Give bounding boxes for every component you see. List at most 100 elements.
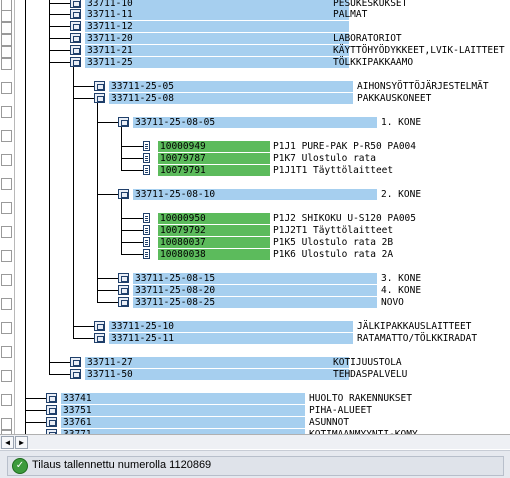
node-code[interactable]: 33711-25-11: [109, 333, 353, 344]
node-code[interactable]: 10079791: [158, 165, 270, 176]
row-select-checkbox[interactable]: [1, 202, 12, 214]
functional-location-icon[interactable]: [70, 0, 81, 8]
node-code[interactable]: 33711-25-08-05: [133, 117, 377, 128]
row-select-checkbox[interactable]: [1, 274, 12, 286]
functional-location-icon[interactable]: [70, 45, 81, 55]
row-select-checkbox[interactable]: [1, 322, 12, 334]
functional-location-icon[interactable]: [46, 405, 57, 415]
row-select-checkbox[interactable]: [1, 418, 12, 430]
node-code[interactable]: 33711-25-08-15: [133, 273, 377, 284]
tree-node-equipment[interactable]: 10079792 P1J2T1 Täyttölaitteet: [0, 225, 510, 237]
row-select-checkbox[interactable]: [1, 130, 12, 142]
row-select-checkbox[interactable]: [1, 346, 12, 358]
tree-node-location[interactable]: 33711-25 TÖLKKIPAKKAAMO: [0, 57, 510, 69]
tree-node-equipment[interactable]: 10000949 P1J1 PURE-PAK P-R50 PA004: [0, 141, 510, 153]
functional-location-icon[interactable]: [118, 297, 129, 307]
node-code[interactable]: 33711-25-10: [109, 321, 353, 332]
equipment-icon[interactable]: [143, 249, 150, 259]
row-select-checkbox[interactable]: [1, 394, 12, 406]
node-code[interactable]: 33711-12: [85, 21, 349, 32]
row-select-checkbox[interactable]: [1, 22, 12, 34]
equipment-icon[interactable]: [143, 237, 150, 247]
tree-node-equipment[interactable]: 10080037 P1K5 Ulostulo rata 2B: [0, 237, 510, 249]
tree-node-location[interactable]: 33711-25-05 AIHONSYÖTTÖJÄRJESTELMÄT: [0, 81, 510, 93]
functional-location-icon[interactable]: [94, 93, 105, 103]
node-code[interactable]: 33711-20: [85, 33, 349, 44]
node-code[interactable]: 10079792: [158, 225, 270, 236]
row-select-checkbox[interactable]: [1, 178, 12, 190]
tree-node-location[interactable]: 33711-12: [0, 21, 510, 33]
node-code[interactable]: 33741: [61, 393, 305, 404]
node-code[interactable]: 33711-10: [85, 0, 349, 9]
row-select-checkbox[interactable]: [1, 154, 12, 166]
functional-location-icon[interactable]: [118, 189, 129, 199]
node-code[interactable]: 33711-27: [85, 357, 349, 368]
equipment-icon[interactable]: [143, 213, 150, 223]
status-message-field[interactable]: ✓ Tilaus tallennettu numerolla 1120869: [7, 456, 504, 476]
node-code[interactable]: 33711-25-08-20: [133, 285, 377, 296]
node-code[interactable]: 33761: [61, 417, 305, 428]
node-code[interactable]: 10080037: [158, 237, 270, 248]
node-code[interactable]: 33711-25-08-10: [133, 189, 377, 200]
functional-location-icon[interactable]: [46, 393, 57, 403]
row-select-checkbox[interactable]: [1, 226, 12, 238]
row-select-checkbox[interactable]: [1, 34, 12, 46]
tree-node-location[interactable]: 33711-25-08 PAKKAUSKONEET: [0, 93, 510, 105]
node-code[interactable]: 33711-11: [85, 9, 349, 20]
equipment-icon[interactable]: [143, 165, 150, 175]
tree-node-location[interactable]: 33711-11 PALMAT: [0, 9, 510, 21]
tree-node-location[interactable]: 33711-25-08-20 4. KONE: [0, 285, 510, 297]
tree-node-location[interactable]: 33711-25-08-10 2. KONE: [0, 189, 510, 201]
row-select-checkbox[interactable]: [1, 58, 12, 70]
node-code[interactable]: 33711-25-08: [109, 93, 353, 104]
functional-location-icon[interactable]: [70, 9, 81, 19]
equipment-icon[interactable]: [143, 141, 150, 151]
functional-location-icon[interactable]: [70, 57, 81, 67]
tree-node-equipment[interactable]: 10080038 P1K6 Ulostulo rata 2A: [0, 249, 510, 261]
functional-location-icon[interactable]: [46, 417, 57, 427]
tree-node-location[interactable]: 33711-27 KOTIJUUSTOLA: [0, 357, 510, 369]
scroll-left-icon[interactable]: ◀: [1, 436, 14, 449]
tree-node-equipment[interactable]: 10000950 P1J2 SHIKOKU U-S120 PA005: [0, 213, 510, 225]
row-select-checkbox[interactable]: [1, 370, 12, 382]
row-select-checkbox[interactable]: [1, 106, 12, 118]
functional-location-icon[interactable]: [94, 333, 105, 343]
row-select-checkbox[interactable]: [1, 250, 12, 262]
functional-location-icon[interactable]: [118, 285, 129, 295]
tree-node-location[interactable]: 33761 ASUNNOT: [0, 417, 510, 429]
node-code[interactable]: 10000949: [158, 141, 270, 152]
tree-node-equipment[interactable]: 10079791 P1J1T1 Täyttölaitteet: [0, 165, 510, 177]
functional-location-icon[interactable]: [118, 273, 129, 283]
node-code[interactable]: 33711-25-08-25: [133, 297, 377, 308]
functional-location-icon[interactable]: [94, 81, 105, 91]
tree-node-location[interactable]: 33711-25-08-25 NOVO: [0, 297, 510, 309]
scroll-right-icon[interactable]: ▶: [15, 436, 28, 449]
horizontal-scrollbar[interactable]: ◀ ▶: [0, 434, 510, 449]
node-code[interactable]: 10079787: [158, 153, 270, 164]
functional-location-icon[interactable]: [70, 357, 81, 367]
functional-location-icon[interactable]: [94, 321, 105, 331]
node-code[interactable]: 33751: [61, 405, 305, 416]
node-code[interactable]: 33711-25: [85, 57, 349, 68]
node-code[interactable]: 33711-25-05: [109, 81, 353, 92]
row-select-checkbox[interactable]: [1, 46, 12, 58]
node-code[interactable]: 33711-21: [85, 45, 349, 56]
node-code[interactable]: 10000950: [158, 213, 270, 224]
row-select-checkbox[interactable]: [1, 82, 12, 94]
equipment-icon[interactable]: [143, 153, 150, 163]
tree-node-location[interactable]: 33711-25-08-15 3. KONE: [0, 273, 510, 285]
tree-node-location[interactable]: 33711-25-08-05 1. KONE: [0, 117, 510, 129]
tree-node-location[interactable]: 33711-21 KÄYTTÖHYÖDYKKEET,LVIK-LAITTEET: [0, 45, 510, 57]
row-select-checkbox[interactable]: [1, 298, 12, 310]
equipment-icon[interactable]: [143, 225, 150, 235]
functional-location-icon[interactable]: [70, 369, 81, 379]
tree-node-location[interactable]: 33751 PIHA-ALUEET: [0, 405, 510, 417]
tree-node-location[interactable]: 33741 HUOLTO RAKENNUKSET: [0, 393, 510, 405]
node-code[interactable]: 10080038: [158, 249, 270, 260]
node-code[interactable]: 33711-50: [85, 369, 349, 380]
functional-location-icon[interactable]: [70, 33, 81, 43]
tree-node-location[interactable]: 33711-20 LABORATORIOT: [0, 33, 510, 45]
functional-location-icon[interactable]: [70, 21, 81, 31]
tree-node-location[interactable]: 33711-25-10 JÄLKIPAKKAUSLAITTEET: [0, 321, 510, 333]
tree-node-location[interactable]: 33711-25-11 RATAMATTO/TÖLKKIRADAT: [0, 333, 510, 345]
